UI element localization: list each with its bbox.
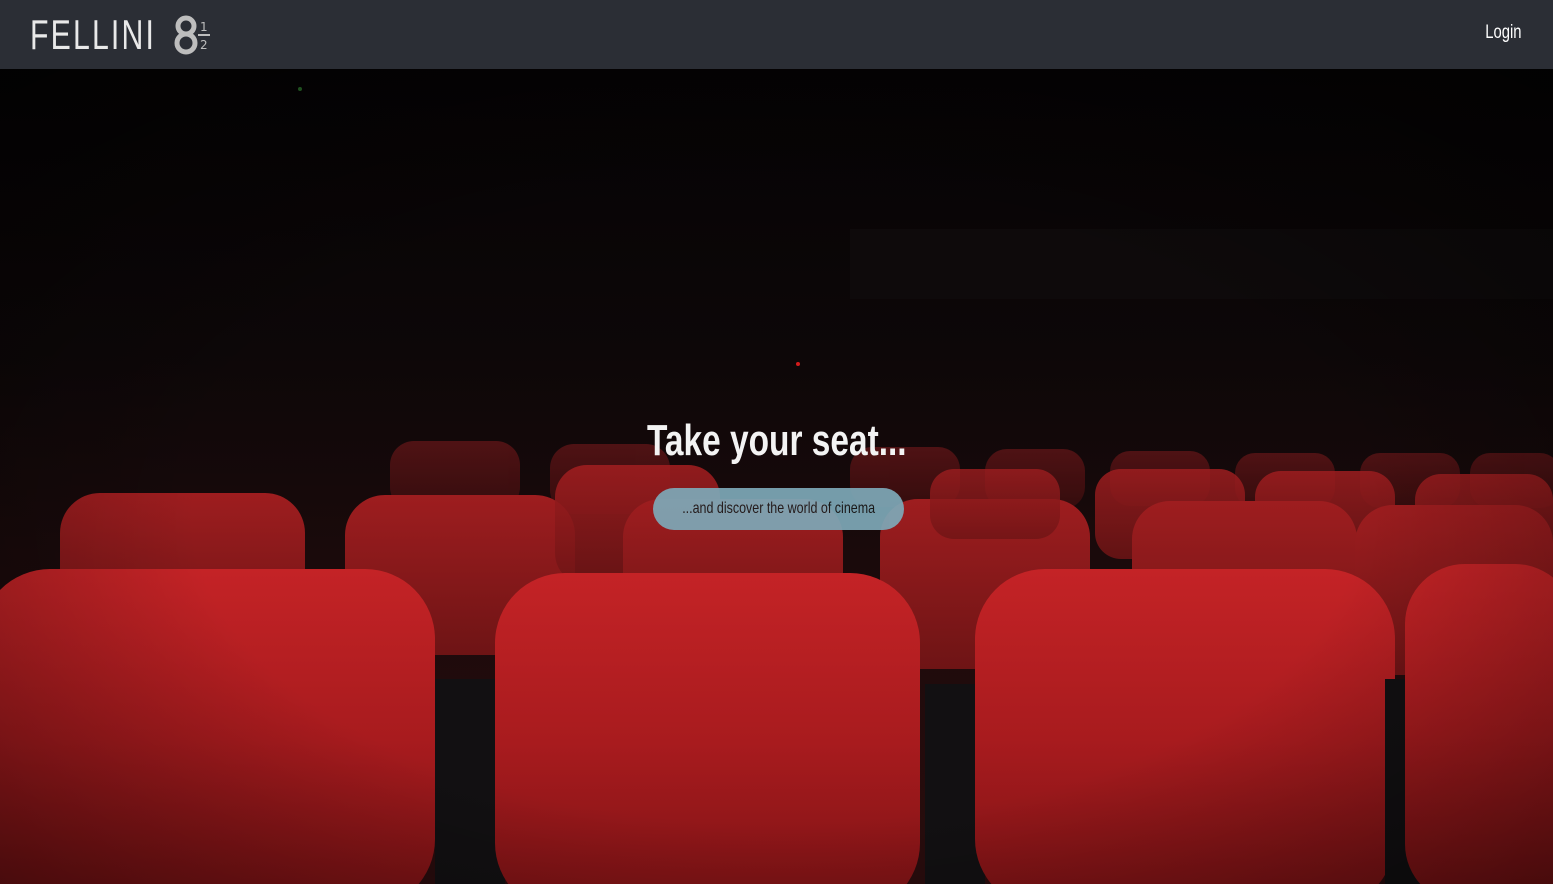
svg-text:2: 2 — [200, 38, 208, 52]
svg-text:1: 1 — [200, 20, 208, 34]
eight-and-a-half-logo-icon: 1 2 — [174, 15, 210, 55]
brand-home-link[interactable]: FELLINI 1 2 — [30, 13, 212, 57]
login-link[interactable]: Login — [1485, 22, 1521, 44]
hero-title: Take your seat... — [646, 416, 907, 465]
cinema-seats-background-image — [0, 69, 1553, 884]
discover-cinema-button[interactable]: ...and discover the world of cinema — [653, 488, 904, 530]
brand-name: FELLINI — [30, 11, 157, 58]
hero-section: Take your seat... ...and discover the wo… — [0, 69, 1553, 884]
top-navbar: FELLINI 1 2 Login — [0, 0, 1553, 69]
